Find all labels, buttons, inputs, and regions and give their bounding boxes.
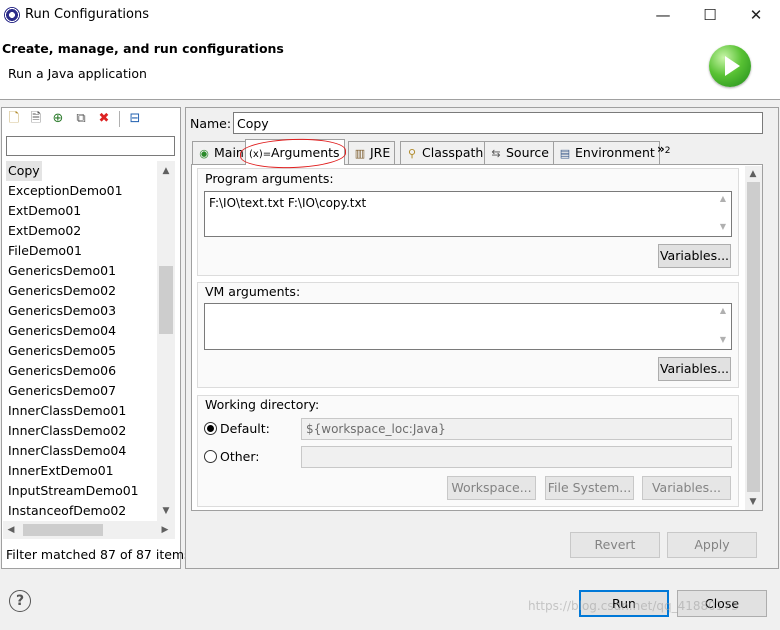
source-icon: ⇆ [491, 147, 501, 160]
scroll-down-icon[interactable]: ▼ [745, 494, 761, 510]
apply-button[interactable]: Apply [667, 532, 757, 558]
tab-label: Arguments [271, 145, 340, 160]
default-radio[interactable] [204, 422, 217, 435]
list-item[interactable]: GenericsDemo01 [3, 261, 157, 281]
scrollbar-thumb[interactable] [159, 266, 173, 334]
minimize-button[interactable]: — [648, 4, 678, 26]
delete-config-icon[interactable]: ✖ [96, 111, 112, 127]
program-variables-button[interactable]: Variables... [658, 244, 731, 268]
scroll-up-icon[interactable]: ▲ [158, 163, 174, 179]
directory-variables-button[interactable]: Variables... [642, 476, 731, 500]
help-icon[interactable]: ? [9, 590, 31, 612]
list-item[interactable]: ExceptionDemo01 [3, 181, 157, 201]
toolbar-separator [119, 111, 120, 127]
name-label: Name: [190, 116, 232, 131]
close-window-button[interactable]: ✕ [741, 4, 771, 26]
chevron-double-right-icon: » [657, 142, 665, 156]
tab-label: Main [214, 145, 244, 160]
list-item[interactable]: InstanceofDemo02 [3, 501, 157, 521]
export-config-icon[interactable]: ⊕ [50, 111, 66, 127]
hidden-tab-count: 2 [664, 146, 671, 156]
scrollbar-thumb[interactable] [23, 524, 103, 536]
jre-library-icon: ▥ [354, 147, 366, 160]
tab-source[interactable]: ⇆ Source [484, 141, 554, 164]
list-item[interactable]: InnerExtDemo01 [3, 461, 157, 481]
duplicate-config-icon[interactable]: ⧉ [73, 111, 89, 127]
workspace-button[interactable]: Workspace... [447, 476, 536, 500]
tab-classpath[interactable]: ⚲ Classpath [400, 141, 489, 164]
banner-subtitle: Run a Java application [8, 66, 147, 81]
program-arguments-textarea[interactable]: F:\IO\text.txt F:\IO\copy.txt ▲ ▼ [204, 191, 732, 237]
working-directory-label: Working directory: [205, 397, 320, 412]
vm-arguments-textarea[interactable]: ▲ ▼ [204, 303, 732, 350]
tab-label: Classpath [422, 145, 484, 160]
list-item[interactable]: Copy [6, 161, 42, 181]
list-item[interactable]: ExtDemo01 [3, 201, 157, 221]
list-item[interactable]: GenericsDemo04 [3, 321, 157, 341]
watermark: https://blog.csdn.net/qq_41880173 [528, 599, 739, 613]
filter-input[interactable] [6, 136, 175, 156]
tab-label: Source [506, 145, 549, 160]
main-tab-icon: ◉ [199, 147, 209, 160]
environment-icon: ▤ [559, 147, 571, 160]
name-input[interactable] [233, 112, 763, 134]
default-directory-field: ${workspace_loc:Java} [301, 418, 732, 440]
arguments-tab-icon: (x)= [249, 149, 272, 160]
list-item[interactable]: GenericsDemo06 [3, 361, 157, 381]
other-directory-field[interactable] [301, 446, 732, 468]
scroll-right-icon[interactable]: ▶ [157, 522, 173, 538]
configuration-list: Copy ExceptionDemo01 ExtDemo01 ExtDemo02… [3, 161, 157, 521]
other-radio[interactable] [204, 450, 217, 463]
vm-variables-button[interactable]: Variables... [658, 357, 731, 381]
tab-label: JRE [370, 145, 391, 160]
filter-status: Filter matched 87 of 87 items [6, 547, 191, 562]
collapse-all-icon[interactable]: ⊟ [127, 111, 143, 127]
scroll-up-icon[interactable]: ▲ [745, 166, 761, 182]
tab-environment[interactable]: ▤ Environment [553, 141, 660, 164]
scroll-up-icon: ▲ [719, 194, 727, 203]
vm-arguments-label: VM arguments: [205, 284, 301, 299]
list-item[interactable]: InnerClassDemo01 [3, 401, 157, 421]
new-config-icon[interactable]: 🗋 [6, 111, 22, 127]
scrollbar-thumb[interactable] [747, 182, 760, 492]
tab-content-scrollbar[interactable]: ▲ ▼ [745, 166, 762, 510]
other-label: Other: [220, 449, 260, 464]
program-arguments-value: F:\IO\text.txt F:\IO\copy.txt [209, 196, 367, 210]
file-system-button[interactable]: File System... [545, 476, 634, 500]
scroll-down-icon[interactable]: ▼ [158, 503, 174, 519]
list-vertical-scrollbar[interactable]: ▲ ▼ [157, 161, 175, 521]
new-prototype-icon[interactable]: 🗎 [28, 111, 44, 127]
eclipse-icon [4, 7, 20, 23]
revert-button[interactable]: Revert [570, 532, 660, 558]
list-item[interactable]: InnerClassDemo04 [3, 441, 157, 461]
tab-main[interactable]: ◉ Main [192, 141, 249, 164]
list-item[interactable]: GenericsDemo02 [3, 281, 157, 301]
list-item[interactable]: GenericsDemo05 [3, 341, 157, 361]
list-item[interactable]: GenericsDemo07 [3, 381, 157, 401]
list-item[interactable]: InputStreamDemo01 [3, 481, 157, 501]
list-horizontal-scrollbar[interactable]: ◀ ▶ [3, 521, 175, 539]
list-item[interactable]: GenericsDemo03 [3, 301, 157, 321]
default-label: Default: [220, 421, 270, 436]
banner-title: Create, manage, and run configurations [2, 41, 284, 56]
tab-label: Environment [575, 145, 655, 160]
scroll-left-icon[interactable]: ◀ [3, 522, 19, 538]
more-tabs-button[interactable]: »2 [657, 142, 671, 156]
scroll-up-icon: ▲ [719, 306, 727, 315]
tab-arguments[interactable]: (x)=Arguments [245, 139, 345, 165]
scroll-down-icon: ▼ [719, 335, 727, 344]
tab-jre[interactable]: ▥ JRE [348, 141, 396, 164]
run-launch-icon [709, 45, 751, 87]
window-title: Run Configurations [25, 7, 149, 22]
program-arguments-label: Program arguments: [205, 171, 334, 186]
scroll-down-icon: ▼ [719, 222, 727, 231]
classpath-icon: ⚲ [407, 147, 417, 160]
list-item[interactable]: InnerClassDemo02 [3, 421, 157, 441]
list-item[interactable]: ExtDemo02 [3, 221, 157, 241]
maximize-button[interactable]: ☐ [695, 4, 725, 26]
list-item[interactable]: FileDemo01 [3, 241, 157, 261]
